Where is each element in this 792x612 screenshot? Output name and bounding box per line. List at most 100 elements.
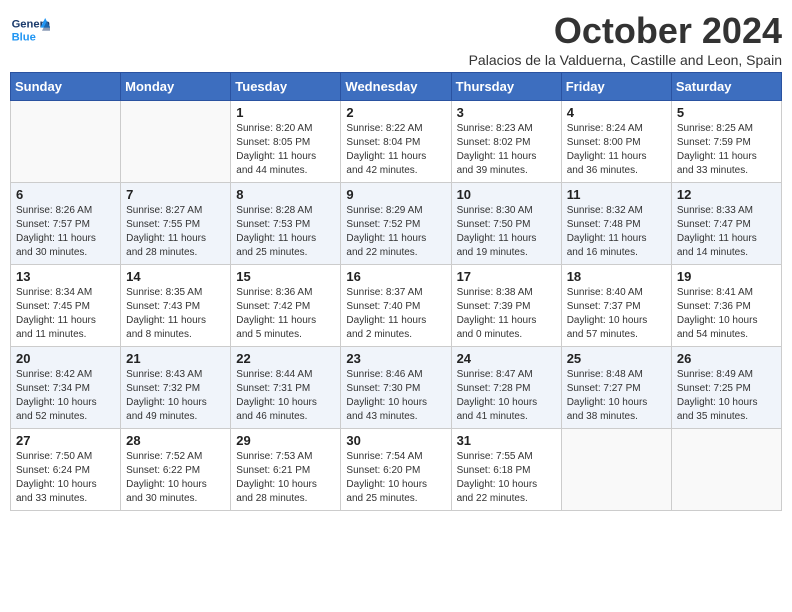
day-number: 14: [126, 269, 225, 284]
table-row: [121, 101, 231, 183]
calendar-week-row: 1 Sunrise: 8:20 AMSunset: 8:05 PMDaylight…: [11, 101, 782, 183]
day-info: Sunrise: 8:38 AMSunset: 7:39 PMDaylight:…: [457, 286, 556, 342]
day-info: Sunrise: 8:46 AMSunset: 7:30 PMDaylight:…: [346, 368, 445, 424]
day-info: Sunrise: 8:35 AMSunset: 7:43 PMDaylight:…: [126, 286, 225, 342]
table-row: 20Sunrise: 8:42 AMSunset: 7:34 PMDayligh…: [11, 347, 121, 429]
day-number: 29: [236, 433, 335, 448]
day-info: Sunrise: 8:25 AMSunset: 7:59 PMDaylight:…: [677, 122, 776, 178]
calendar-week-row: 6 Sunrise: 8:26 AMSunset: 7:57 PMDaylight…: [11, 183, 782, 265]
day-number: 5: [677, 105, 776, 120]
table-row: [561, 429, 671, 511]
day-info: Sunrise: 8:26 AMSunset: 7:57 PMDaylight:…: [16, 204, 115, 260]
table-row: 25 Sunrise: 8:48 AMSunset: 7:27 PMDayligh…: [561, 347, 671, 429]
day-number: 28: [126, 433, 225, 448]
table-row: 27 Sunrise: 7:50 AMSunset: 6:24 PMDayligh…: [11, 429, 121, 511]
table-row: 8Sunrise: 8:28 AMSunset: 7:53 PMDaylight…: [231, 183, 341, 265]
day-info: Sunrise: 8:34 AMSunset: 7:45 PMDaylight:…: [16, 286, 115, 342]
day-number: 13: [16, 269, 115, 284]
day-number: 1: [236, 105, 335, 120]
day-info: Sunrise: 7:54 AMSunset: 6:20 PMDaylight:…: [346, 450, 445, 506]
calendar-week-row: 13 Sunrise: 8:34 AMSunset: 7:45 PMDayligh…: [11, 265, 782, 347]
table-row: 19 Sunrise: 8:41 AMSunset: 7:36 PMDayligh…: [671, 265, 781, 347]
day-number: 18: [567, 269, 666, 284]
header-saturday: Saturday: [671, 73, 781, 101]
day-number: 22: [236, 351, 335, 366]
table-row: 7Sunrise: 8:27 AMSunset: 7:55 PMDaylight…: [121, 183, 231, 265]
day-info: Sunrise: 8:24 AMSunset: 8:00 PMDaylight:…: [567, 122, 666, 178]
calendar-table: Sunday Monday Tuesday Wednesday Thursday…: [10, 72, 782, 511]
day-number: 26: [677, 351, 776, 366]
day-number: 31: [457, 433, 556, 448]
day-info: Sunrise: 8:49 AMSunset: 7:25 PMDaylight:…: [677, 368, 776, 424]
table-row: 23Sunrise: 8:46 AMSunset: 7:30 PMDayligh…: [341, 347, 451, 429]
table-row: 22 Sunrise: 8:44 AMSunset: 7:31 PMDayligh…: [231, 347, 341, 429]
header-thursday: Thursday: [451, 73, 561, 101]
day-info: Sunrise: 8:33 AMSunset: 7:47 PMDaylight:…: [677, 204, 776, 260]
day-info: Sunrise: 8:29 AMSunset: 7:52 PMDaylight:…: [346, 204, 445, 260]
table-row: 3Sunrise: 8:23 AMSunset: 8:02 PMDaylight…: [451, 101, 561, 183]
logo-icon: General Blue: [10, 10, 50, 50]
header-tuesday: Tuesday: [231, 73, 341, 101]
table-row: 15 Sunrise: 8:36 AMSunset: 7:42 PMDayligh…: [231, 265, 341, 347]
day-info: Sunrise: 7:52 AMSunset: 6:22 PMDaylight:…: [126, 450, 225, 506]
day-number: 6: [16, 187, 115, 202]
svg-text:Blue: Blue: [12, 31, 36, 43]
table-row: 28 Sunrise: 7:52 AMSunset: 6:22 PMDayligh…: [121, 429, 231, 511]
header-wednesday: Wednesday: [341, 73, 451, 101]
calendar-week-row: 27 Sunrise: 7:50 AMSunset: 6:24 PMDayligh…: [11, 429, 782, 511]
day-number: 19: [677, 269, 776, 284]
table-row: 18Sunrise: 8:40 AMSunset: 7:37 PMDayligh…: [561, 265, 671, 347]
day-info: Sunrise: 8:20 AMSunset: 8:05 PMDaylight:…: [236, 122, 335, 178]
table-row: 10 Sunrise: 8:30 AMSunset: 7:50 PMDayligh…: [451, 183, 561, 265]
day-info: Sunrise: 7:53 AMSunset: 6:21 PMDaylight:…: [236, 450, 335, 506]
table-row: [671, 429, 781, 511]
day-number: 11: [567, 187, 666, 202]
day-number: 10: [457, 187, 556, 202]
header-sunday: Sunday: [11, 73, 121, 101]
table-row: 26 Sunrise: 8:49 AMSunset: 7:25 PMDayligh…: [671, 347, 781, 429]
page-header: General Blue October 2024 Palacios de la…: [10, 10, 782, 68]
day-number: 15: [236, 269, 335, 284]
day-info: Sunrise: 8:32 AMSunset: 7:48 PMDaylight:…: [567, 204, 666, 260]
day-info: Sunrise: 8:27 AMSunset: 7:55 PMDaylight:…: [126, 204, 225, 260]
day-number: 9: [346, 187, 445, 202]
table-row: 9 Sunrise: 8:29 AMSunset: 7:52 PMDaylight…: [341, 183, 451, 265]
table-row: 30Sunrise: 7:54 AMSunset: 6:20 PMDayligh…: [341, 429, 451, 511]
table-row: [11, 101, 121, 183]
day-number: 4: [567, 105, 666, 120]
day-info: Sunrise: 7:50 AMSunset: 6:24 PMDaylight:…: [16, 450, 115, 506]
table-row: 31 Sunrise: 7:55 AMSunset: 6:18 PMDayligh…: [451, 429, 561, 511]
table-row: 4 Sunrise: 8:24 AMSunset: 8:00 PMDaylight…: [561, 101, 671, 183]
day-info: Sunrise: 8:30 AMSunset: 7:50 PMDaylight:…: [457, 204, 556, 260]
table-row: 14 Sunrise: 8:35 AMSunset: 7:43 PMDayligh…: [121, 265, 231, 347]
day-number: 25: [567, 351, 666, 366]
day-number: 17: [457, 269, 556, 284]
calendar-week-row: 20Sunrise: 8:42 AMSunset: 7:34 PMDayligh…: [11, 347, 782, 429]
day-number: 24: [457, 351, 556, 366]
day-info: Sunrise: 8:47 AMSunset: 7:28 PMDaylight:…: [457, 368, 556, 424]
table-row: 24 Sunrise: 8:47 AMSunset: 7:28 PMDayligh…: [451, 347, 561, 429]
table-row: 16Sunrise: 8:37 AMSunset: 7:40 PMDayligh…: [341, 265, 451, 347]
title-section: October 2024 Palacios de la Valduerna, C…: [469, 10, 782, 68]
logo: General Blue: [10, 10, 54, 50]
table-row: 2Sunrise: 8:22 AMSunset: 8:04 PMDaylight…: [341, 101, 451, 183]
header-friday: Friday: [561, 73, 671, 101]
table-row: 29 Sunrise: 7:53 AMSunset: 6:21 PMDayligh…: [231, 429, 341, 511]
day-number: 27: [16, 433, 115, 448]
day-info: Sunrise: 8:23 AMSunset: 8:02 PMDaylight:…: [457, 122, 556, 178]
day-info: Sunrise: 8:44 AMSunset: 7:31 PMDaylight:…: [236, 368, 335, 424]
day-info: Sunrise: 8:48 AMSunset: 7:27 PMDaylight:…: [567, 368, 666, 424]
day-number: 8: [236, 187, 335, 202]
day-info: Sunrise: 7:55 AMSunset: 6:18 PMDaylight:…: [457, 450, 556, 506]
subtitle: Palacios de la Valduerna, Castille and L…: [469, 52, 782, 68]
day-info: Sunrise: 8:41 AMSunset: 7:36 PMDaylight:…: [677, 286, 776, 342]
table-row: 5 Sunrise: 8:25 AMSunset: 7:59 PMDaylight…: [671, 101, 781, 183]
table-row: 21Sunrise: 8:43 AMSunset: 7:32 PMDayligh…: [121, 347, 231, 429]
day-number: 21: [126, 351, 225, 366]
header-monday: Monday: [121, 73, 231, 101]
table-row: 13 Sunrise: 8:34 AMSunset: 7:45 PMDayligh…: [11, 265, 121, 347]
table-row: 6 Sunrise: 8:26 AMSunset: 7:57 PMDaylight…: [11, 183, 121, 265]
table-row: 1 Sunrise: 8:20 AMSunset: 8:05 PMDaylight…: [231, 101, 341, 183]
day-info: Sunrise: 8:36 AMSunset: 7:42 PMDaylight:…: [236, 286, 335, 342]
table-row: 12Sunrise: 8:33 AMSunset: 7:47 PMDayligh…: [671, 183, 781, 265]
